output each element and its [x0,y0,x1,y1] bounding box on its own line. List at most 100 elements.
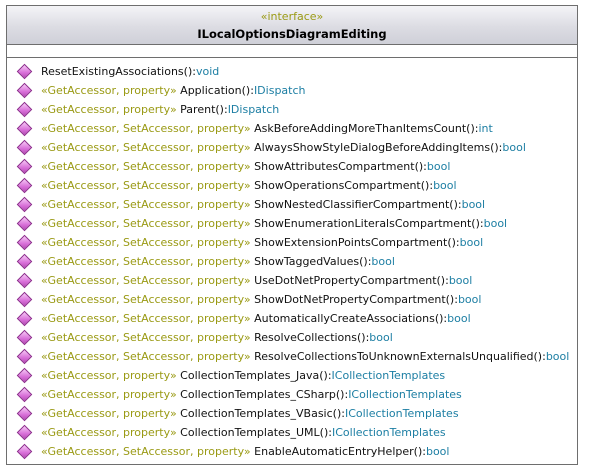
operation-signature: «GetAccessor, property» CollectionTempla… [41,369,446,382]
public-operation-icon [16,310,33,327]
operation-signature: «GetAccessor, SetAccessor, property» Use… [41,274,473,287]
public-operation-icon [16,253,33,270]
operation-row[interactable]: «GetAccessor, SetAccessor, property» Sho… [7,252,577,271]
operation-signature: «GetAccessor, property» Application():ID… [41,84,306,97]
operation-stereotype: «GetAccessor, SetAccessor, property» [41,445,251,458]
operation-row[interactable]: «GetAccessor, property» CollectionTempla… [7,366,577,385]
operation-row[interactable]: «GetAccessor, property» Application():ID… [7,81,577,100]
operation-signature: «GetAccessor, property» Parent():IDispat… [41,103,280,116]
operation-stereotype: «GetAccessor, SetAccessor, property» [41,122,251,135]
public-operation-icon [16,386,33,403]
operation-row[interactable]: «GetAccessor, SetAccessor, property» Sho… [7,176,577,195]
operation-signature: «GetAccessor, property» CollectionTempla… [41,407,459,420]
operation-name: AskBeforeAddingMoreThanItemsCount() [254,122,475,135]
operation-return-type: int [478,122,493,135]
operation-signature: «GetAccessor, SetAccessor, property» Aut… [41,312,471,325]
operation-return-type: bool [369,331,393,344]
operation-return-type: IDispatch [253,84,306,97]
public-operation-icon [16,120,33,137]
operation-signature: «GetAccessor, SetAccessor, property» Ask… [41,122,493,135]
operation-row[interactable]: «GetAccessor, SetAccessor, property» Sho… [7,157,577,176]
operation-return-type: bool [448,274,473,287]
public-operation-icon [16,443,33,460]
operation-row[interactable]: «GetAccessor, SetAccessor, property» Ena… [7,442,577,461]
operation-row[interactable]: «GetAccessor, property» Parent():IDispat… [7,100,577,119]
operation-return-type: ICollectionTemplates [331,426,446,439]
operation-signature: «GetAccessor, SetAccessor, property» Sho… [41,160,451,173]
operation-name: ShowEnumerationLiteralsCompartment() [254,217,480,230]
operation-row[interactable]: «GetAccessor, SetAccessor, property» Res… [7,347,577,366]
operation-return-type: bool [447,312,471,325]
operation-row[interactable]: ResetExistingAssociations():void [7,62,577,81]
operation-signature: «GetAccessor, SetAccessor, property» Sho… [41,217,508,230]
operation-name: EnableAutomaticEntryHelper() [254,445,423,458]
class-name: ILocalOptionsDiagramEditing [197,27,387,41]
uml-interface-box[interactable]: «interface» ILocalOptionsDiagramEditing … [6,5,578,465]
operation-stereotype: «GetAccessor, property» [41,388,177,401]
operation-name: Parent() [180,103,224,116]
operation-stereotype: «GetAccessor, SetAccessor, property» [41,236,251,249]
public-operation-icon [16,367,33,384]
public-operation-icon [16,63,33,80]
public-operation-icon [16,158,33,175]
operation-signature: «GetAccessor, SetAccessor, property» Sho… [41,198,486,211]
operation-name: ShowAttributesCompartment() [254,160,424,173]
operation-name: ResolveCollections() [254,331,366,344]
operations-compartment: ResetExistingAssociations():void «GetAcce… [7,58,577,461]
operation-signature: «GetAccessor, SetAccessor, property» Sho… [41,255,395,268]
public-operation-icon [16,82,33,99]
interface-stereotype: «interface» [260,10,324,23]
operation-stereotype: «GetAccessor, SetAccessor, property» [41,274,251,287]
public-operation-icon [16,234,33,251]
operation-return-type: ICollectionTemplates [331,369,446,382]
operation-signature: «GetAccessor, SetAccessor, property» Sho… [41,293,482,306]
operation-name: AutomaticallyCreateAssociations() [254,312,444,325]
operation-stereotype: «GetAccessor, property» [41,369,177,382]
operation-name: ShowDotNetPropertyCompartment() [254,293,455,306]
operation-name: CollectionTemplates_CSharp() [180,388,345,401]
operation-stereotype: «GetAccessor, SetAccessor, property» [41,217,251,230]
operation-row[interactable]: «GetAccessor, SetAccessor, property» Res… [7,328,577,347]
operation-row[interactable]: «GetAccessor, SetAccessor, property» Sho… [7,195,577,214]
operation-signature: «GetAccessor, SetAccessor, property» Ena… [41,445,450,458]
operation-return-type: bool [426,160,451,173]
operation-name: AlwaysShowStyleDialogBeforeAddingItems() [254,141,499,154]
operation-stereotype: «GetAccessor, property» [41,103,177,116]
operation-name: CollectionTemplates_UML() [180,426,329,439]
operation-return-type: bool [483,217,508,230]
operation-row[interactable]: «GetAccessor, SetAccessor, property» Sho… [7,233,577,252]
operation-name: Application() [180,84,251,97]
public-operation-icon [16,177,33,194]
operation-return-type: bool [502,141,526,154]
operation-row[interactable]: «GetAccessor, SetAccessor, property» Ask… [7,119,577,138]
operation-row[interactable]: «GetAccessor, SetAccessor, property» Aut… [7,309,577,328]
public-operation-icon [16,215,33,232]
operation-name: ResetExistingAssociations() [41,65,193,78]
operation-return-type: ICollectionTemplates [344,407,459,420]
operation-name: ShowTaggedValues() [254,255,368,268]
operation-row[interactable]: «GetAccessor, property» CollectionTempla… [7,404,577,423]
operation-name: ShowExtensionPointsCompartment() [254,236,456,249]
operation-row[interactable]: «GetAccessor, SetAccessor, property» Sho… [7,290,577,309]
operation-stereotype: «GetAccessor, SetAccessor, property» [41,312,251,325]
operation-stereotype: «GetAccessor, property» [41,84,177,97]
operation-name: CollectionTemplates_Java() [180,369,328,382]
public-operation-icon [16,272,33,289]
operation-return-type: bool [371,255,395,268]
operation-name: ResolveCollectionsToUnknownExternalsUnqu… [254,350,543,363]
operation-row[interactable]: «GetAccessor, property» CollectionTempla… [7,385,577,404]
operation-name: ShowNestedClassifierCompartment() [254,198,458,211]
public-operation-icon [16,348,33,365]
operation-row[interactable]: «GetAccessor, SetAccessor, property» Sho… [7,214,577,233]
operation-stereotype: «GetAccessor, property» [41,426,177,439]
operation-stereotype: «GetAccessor, SetAccessor, property» [41,293,251,306]
public-operation-icon [16,101,33,118]
operation-row[interactable]: «GetAccessor, SetAccessor, property» Use… [7,271,577,290]
operation-row[interactable]: «GetAccessor, SetAccessor, property» Alw… [7,138,577,157]
operation-signature: ResetExistingAssociations():void [41,65,220,78]
operation-return-type: bool [459,236,484,249]
operation-name: UseDotNetPropertyCompartment() [254,274,446,287]
operation-row[interactable]: «GetAccessor, property» CollectionTempla… [7,423,577,442]
operation-signature: «GetAccessor, property» CollectionTempla… [41,388,462,401]
operation-return-type: void [195,65,220,78]
